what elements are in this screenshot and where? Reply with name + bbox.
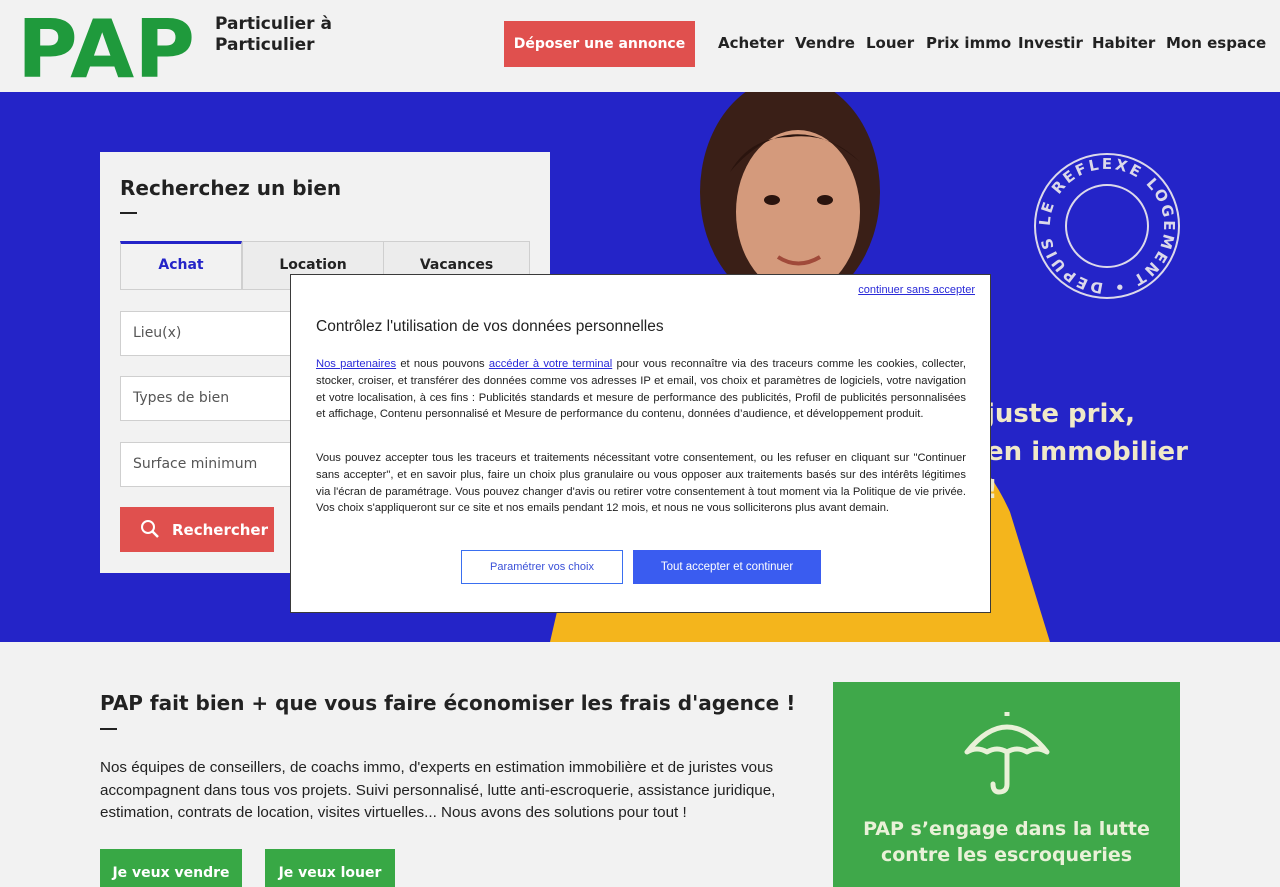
consent-dialog: continuer sans accepter Contrôlez l'util… (290, 274, 991, 613)
sell-button[interactable]: Je veux vendre (100, 849, 242, 887)
nav-mon-espace[interactable]: Mon espace (1166, 34, 1266, 54)
anti-scam-card[interactable]: PAP s’engage dans la lutte contre les es… (833, 682, 1180, 887)
title-underline (120, 212, 137, 214)
tab-achat[interactable]: Achat (120, 241, 242, 290)
nav-prix-immo[interactable]: Prix immo (926, 34, 1011, 54)
nav-vendre[interactable]: Vendre (795, 34, 855, 54)
site-header: PAP Particulier à Particulier Déposer un… (0, 0, 1280, 92)
partners-link[interactable]: Nos partenaires (316, 358, 396, 370)
svg-text:PAP: PAP (20, 16, 194, 78)
nav-acheter[interactable]: Acheter (718, 34, 784, 54)
consent-title: Contrôlez l'utilisation de vos données p… (316, 318, 664, 335)
search-title: Recherchez un bien (120, 176, 342, 200)
post-ad-button[interactable]: Déposer une annonce (504, 21, 695, 67)
hero-headline-2: en immobilier (986, 437, 1188, 467)
logo-tagline: Particulier à Particulier (215, 14, 332, 56)
hero-headline-1: juste prix, (986, 399, 1136, 429)
settings-button[interactable]: Paramétrer vos choix (461, 550, 623, 584)
terminal-access-link[interactable]: accéder à votre terminal (489, 358, 612, 370)
nav-habiter[interactable]: Habiter (1092, 34, 1155, 54)
tagline-line-1: Particulier à (215, 14, 332, 34)
section-text: Nos équipes de conseillers, de coachs im… (100, 759, 776, 821)
rent-button[interactable]: Je veux louer (265, 849, 395, 887)
search-icon (141, 520, 159, 538)
search-button-label: Rechercher (172, 521, 269, 539)
reflexe-logement-badge: LE REFLEXE LOGEMENT • DEPUIS 1975 • (1033, 152, 1180, 299)
pap-logo[interactable]: PAP (20, 16, 194, 78)
tagline-line-2: Particulier (215, 35, 315, 55)
section-title: PAP fait bien + que vous faire économise… (100, 691, 796, 715)
nav-investir[interactable]: Investir (1018, 34, 1083, 54)
umbrella-icon (964, 712, 1050, 795)
continue-without-accepting-link[interactable]: continuer sans accepter (858, 284, 975, 296)
section-title-underline (100, 728, 117, 730)
consent-paragraph-2: Vous pouvez accepter tous les traceurs e… (316, 452, 966, 515)
nav-louer[interactable]: Louer (866, 34, 914, 54)
consent-paragraph-1: Nos partenaires et nous pouvons accéder … (316, 358, 966, 421)
accept-all-button[interactable]: Tout accepter et continuer (633, 550, 821, 584)
search-button[interactable]: Rechercher (120, 507, 274, 552)
anti-scam-card-text: PAP s’engage dans la lutte contre les es… (863, 818, 1150, 866)
